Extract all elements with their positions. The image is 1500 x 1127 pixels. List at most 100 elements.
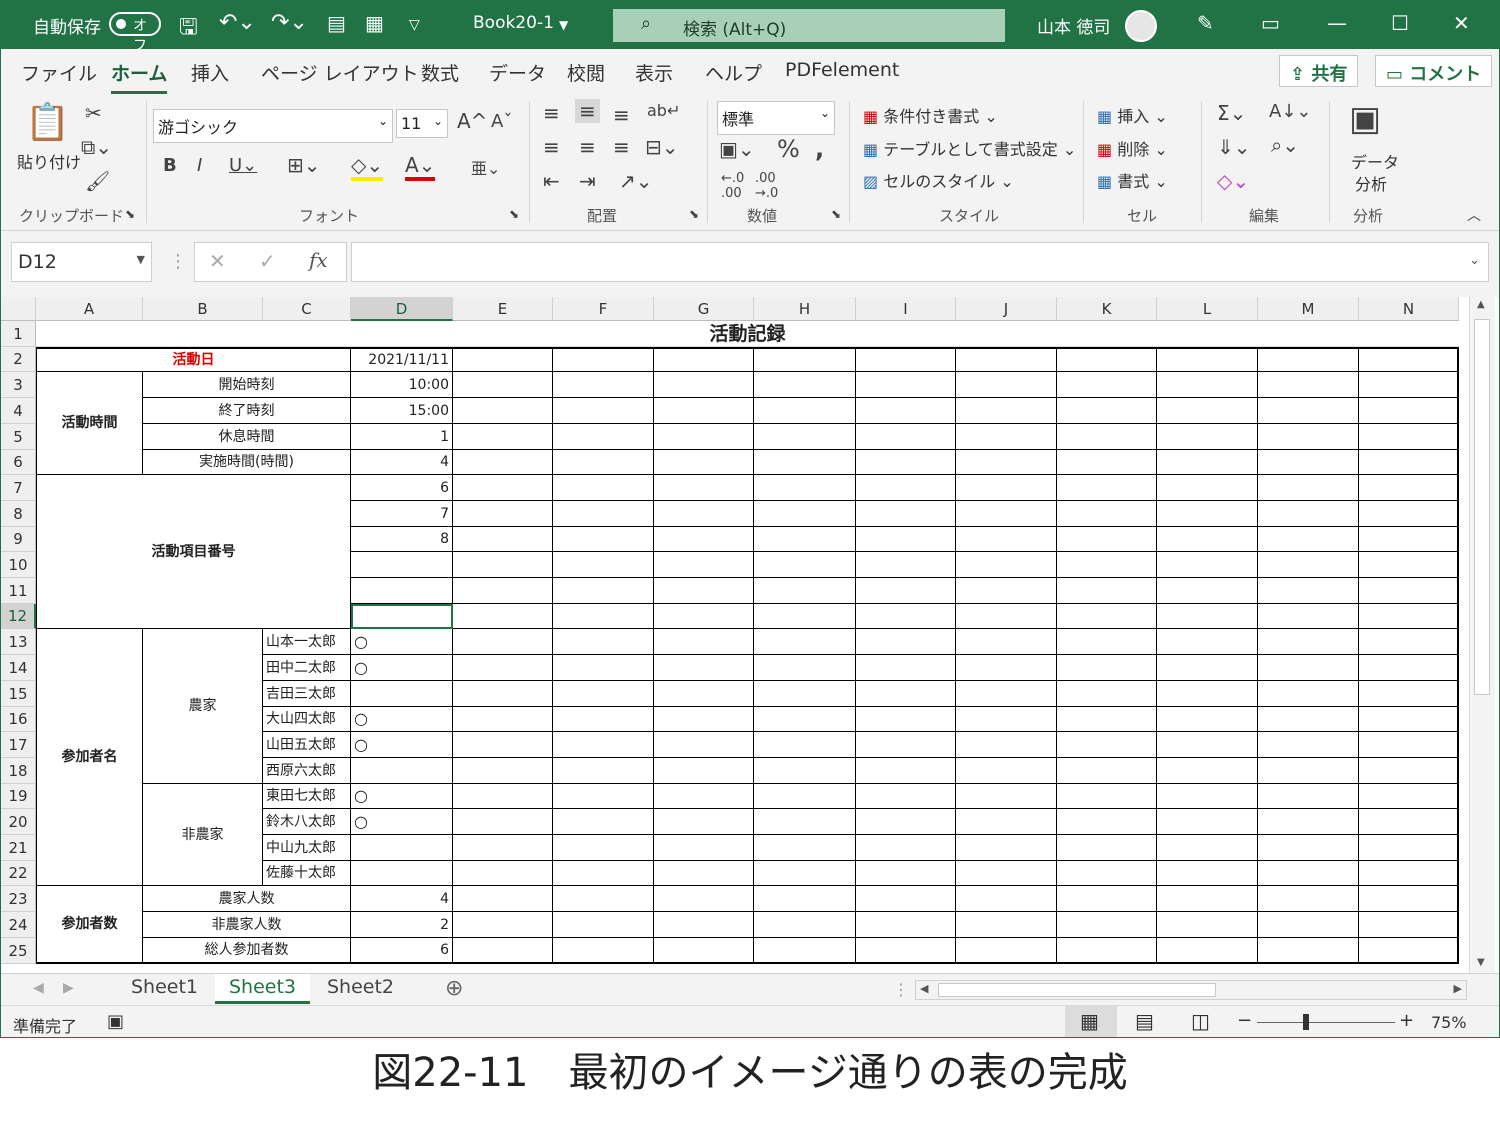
empty-cell[interactable] [654,578,754,604]
empty-cell[interactable] [1359,758,1459,784]
empty-cell[interactable] [956,347,1057,372]
empty-cell[interactable] [956,835,1057,861]
vertical-scrollbar[interactable]: ▲ ▼ [1469,297,1495,973]
row-header-14[interactable]: 14 [1,655,36,681]
empty-cell[interactable] [856,450,956,475]
scissors-icon[interactable]: ✂ [85,101,102,125]
empty-cell[interactable] [754,912,856,938]
empty-cell[interactable] [1258,604,1359,629]
empty-cell[interactable] [453,475,553,501]
empty-cell[interactable] [1157,912,1258,938]
empty-cell[interactable] [754,501,856,527]
empty-cell[interactable] [654,707,754,732]
zoom-level[interactable]: 75% [1431,1013,1467,1032]
sheet-tab-sheet1[interactable]: Sheet1 [117,974,212,1004]
split-handle-icon[interactable]: ⋮ [893,980,909,999]
dialog-launcher-icon[interactable]: ⬊ [125,207,135,221]
empty-cell[interactable] [1258,527,1359,552]
dialog-launcher-icon[interactable]: ⬊ [509,207,519,221]
orientation-icon[interactable]: ↗⌄ [619,169,653,193]
empty-cell[interactable] [1359,424,1459,450]
empty-cell[interactable] [1258,655,1359,681]
participant-name[interactable]: 佐藤十太郎 [263,861,351,886]
dialog-launcher-icon[interactable]: ⬊ [689,207,699,221]
row-header-4[interactable]: 4 [1,398,36,424]
empty-cell[interactable] [856,707,956,732]
collapse-ribbon-icon[interactable]: ︿ [1467,205,1481,225]
table-icon[interactable]: ▦ [365,11,384,35]
empty-cell[interactable] [1258,578,1359,604]
empty-cell[interactable] [754,655,856,681]
align-right-icon[interactable]: ≡ [613,135,630,159]
participant-mark[interactable]: ○ [351,655,453,681]
empty-cell[interactable] [1359,501,1459,527]
tab-view[interactable]: 表示 [635,59,673,86]
column-header-c[interactable]: C [263,297,351,321]
empty-cell[interactable] [754,578,856,604]
empty-cell[interactable] [754,424,856,450]
empty-cell[interactable] [754,835,856,861]
sort-filter-icon[interactable]: A↓⌄ [1269,101,1311,122]
tab-data[interactable]: データ [489,59,546,86]
empty-cell[interactable] [553,347,654,372]
empty-cell[interactable] [856,732,956,758]
empty-cell[interactable] [754,861,856,886]
empty-cell[interactable] [654,398,754,424]
empty-cell[interactable] [1057,732,1157,758]
empty-cell[interactable] [453,938,553,964]
empty-cell[interactable] [553,552,654,578]
empty-cell[interactable] [1258,475,1359,501]
time-row-value[interactable]: 10:00 [351,372,453,398]
empty-cell[interactable] [453,347,553,372]
empty-cell[interactable] [956,372,1057,398]
empty-cell[interactable] [1057,527,1157,552]
empty-cell[interactable] [1157,450,1258,475]
increase-font-icon[interactable]: A^ [457,109,487,133]
find-icon[interactable]: ⌕⌄ [1271,133,1299,157]
more-options-icon[interactable]: ⋮ [169,251,187,272]
empty-cell[interactable] [453,835,553,861]
macro-record-icon[interactable]: ▣ [107,1011,124,1032]
participant-name[interactable]: 中山九太郎 [263,835,351,861]
empty-cell[interactable] [553,861,654,886]
empty-cell[interactable] [1359,886,1459,912]
empty-cell[interactable] [453,861,553,886]
file-name[interactable]: Book20-1 [473,13,554,33]
column-header-m[interactable]: M [1258,297,1359,321]
count-value[interactable]: 4 [351,886,453,912]
empty-cell[interactable] [1258,784,1359,809]
empty-cell[interactable] [754,450,856,475]
empty-cell[interactable] [453,681,553,707]
item-value[interactable]: 8 [351,527,453,552]
formula-input[interactable]: ⌄ [351,242,1489,282]
autosave-toggle[interactable]: オフ [109,12,161,54]
empty-cell[interactable] [453,450,553,475]
empty-cell[interactable] [754,347,856,372]
count-group-label[interactable]: 参加者数 [36,886,143,964]
empty-cell[interactable] [956,552,1057,578]
participant-mark[interactable] [351,758,453,784]
empty-cell[interactable] [1359,552,1459,578]
empty-cell[interactable] [1359,861,1459,886]
participant-mark[interactable] [351,861,453,886]
align-middle-icon[interactable]: ≡ [575,99,600,123]
user-name[interactable]: 山本 徳司 [1037,13,1110,38]
empty-cell[interactable] [1057,475,1157,501]
participant-mark[interactable]: ○ [351,707,453,732]
row-header-8[interactable]: 8 [1,501,36,527]
row-header-24[interactable]: 24 [1,912,36,938]
empty-cell[interactable] [1057,578,1157,604]
empty-cell[interactable] [453,604,553,629]
insert-function-icon[interactable]: fx [309,248,328,272]
empty-cell[interactable] [1258,681,1359,707]
redo-icon[interactable]: ↷⌄ [271,10,308,35]
time-row-label[interactable]: 実施時間(時間) [143,450,351,475]
prev-sheet-icon[interactable]: ◀ [33,980,44,996]
empty-cell[interactable] [453,629,553,655]
save-icon[interactable]: 🖫 [179,10,198,48]
sheet-tab-sheet3[interactable]: Sheet3 [215,974,311,1004]
align-top-icon[interactable]: ≡ [543,101,560,125]
empty-cell[interactable] [1057,450,1157,475]
font-name-select[interactable]: 游ゴシック ⌄ [153,109,393,143]
empty-cell[interactable] [956,707,1057,732]
